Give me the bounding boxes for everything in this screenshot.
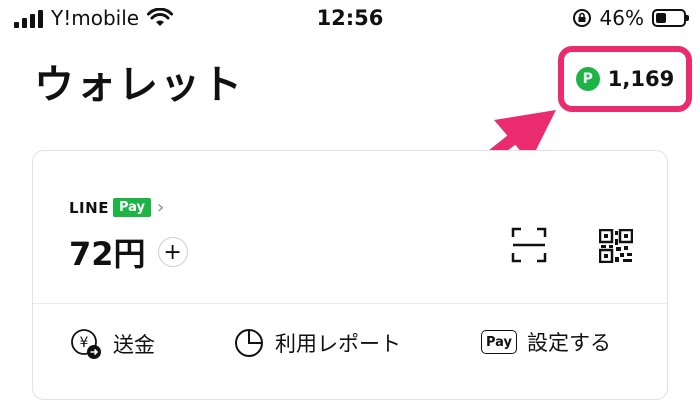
scan-icon[interactable] bbox=[511, 227, 547, 263]
points-value: 1,169 bbox=[607, 67, 675, 91]
card-actions: ¥ 送金 利用レポート Pay 設定する bbox=[33, 327, 667, 375]
battery-percent: 46% bbox=[599, 6, 644, 30]
send-money-label: 送金 bbox=[113, 333, 155, 357]
balance-row: 72円 + bbox=[69, 229, 188, 275]
usage-report-label: 利用レポート bbox=[275, 332, 401, 356]
line-pay-brand-pay: Pay bbox=[112, 198, 151, 217]
card-divider bbox=[33, 303, 667, 304]
apple-pay-settings-label: 設定する bbox=[527, 331, 612, 355]
send-money-button[interactable]: ¥ 送金 bbox=[69, 327, 155, 361]
apple-pay-settings-button[interactable]: Pay 設定する bbox=[481, 327, 611, 357]
svg-text:¥: ¥ bbox=[80, 335, 89, 351]
yen-send-icon: ¥ bbox=[71, 329, 101, 359]
pie-chart-icon bbox=[235, 329, 263, 357]
page-title: ウォレット bbox=[34, 62, 244, 108]
usage-report-button[interactable]: 利用レポート bbox=[233, 327, 401, 359]
apple-pay-icon-text: Pay bbox=[486, 334, 513, 350]
chevron-right-icon: › bbox=[156, 197, 165, 218]
qr-code-icon[interactable] bbox=[599, 229, 633, 263]
line-pay-brand-line: LINE bbox=[69, 198, 109, 217]
points-button[interactable]: P 1,169 bbox=[558, 46, 692, 112]
points-icon: P bbox=[575, 67, 600, 91]
apple-pay-icon: Pay bbox=[481, 330, 518, 354]
status-right: 46% bbox=[572, 6, 689, 30]
line-pay-card: LINE Pay › 72円 + ¥ 送金 利用レポート Pay 設定する bbox=[32, 150, 668, 400]
status-bar: Y!mobile 12:56 46% bbox=[0, 0, 700, 40]
battery-icon bbox=[652, 9, 689, 27]
line-pay-balance: 72円 bbox=[69, 235, 146, 273]
line-pay-link[interactable]: LINE Pay › bbox=[69, 197, 164, 218]
add-balance-button[interactable]: + bbox=[157, 237, 188, 267]
rotation-lock-icon bbox=[572, 9, 591, 27]
